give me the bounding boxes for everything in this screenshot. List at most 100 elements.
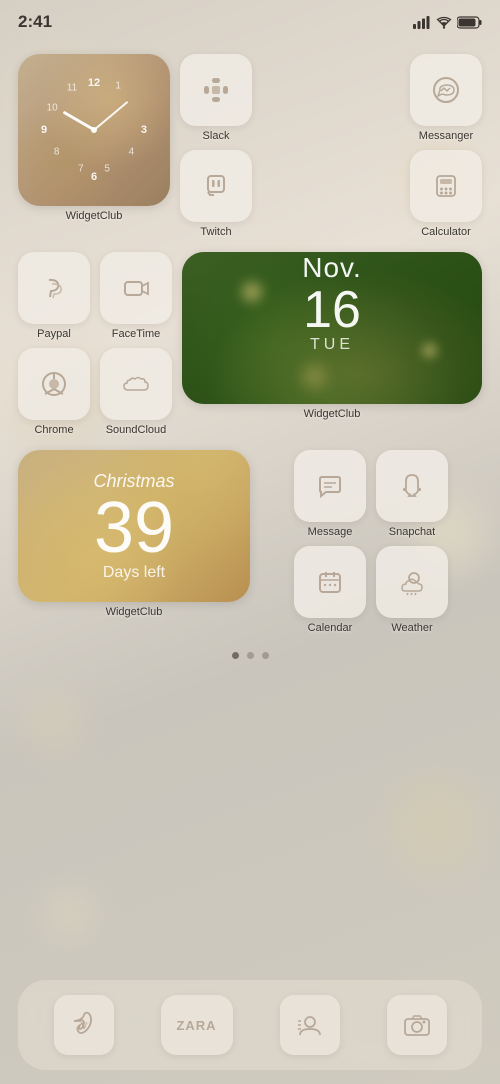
facetime-label: FaceTime bbox=[112, 328, 161, 340]
facetime-icon-bg bbox=[100, 252, 172, 324]
calculator-icon-bg bbox=[410, 150, 482, 222]
calendar-app[interactable]: Calendar bbox=[294, 546, 366, 634]
battery-icon bbox=[457, 16, 482, 29]
message-icon bbox=[312, 468, 348, 504]
slack-icon bbox=[198, 72, 234, 108]
wifi-icon bbox=[436, 16, 452, 29]
date-widget[interactable]: Nov. 16 TUE bbox=[182, 252, 482, 404]
home-screen: 2:41 bbox=[0, 0, 500, 1084]
weather-label: Weather bbox=[391, 622, 432, 634]
weather-icon bbox=[394, 564, 430, 600]
zara-text: ZARA bbox=[176, 1018, 216, 1033]
date-widget-label: WidgetClub bbox=[304, 408, 361, 420]
home-content: 12 3 6 9 1 4 5 7 8 10 11 bbox=[0, 44, 500, 994]
weather-app[interactable]: Weather bbox=[376, 546, 448, 634]
row3-right-top: Message Snapchat bbox=[294, 450, 448, 538]
date-weekday: TUE bbox=[182, 336, 482, 354]
vimeo-icon: v bbox=[68, 1009, 100, 1041]
row1-right: Slack Messanger bbox=[180, 54, 482, 238]
clock-widget-label: WidgetClub bbox=[66, 210, 123, 222]
chrome-app[interactable]: Chrome bbox=[18, 348, 90, 436]
contacts-dock-app[interactable] bbox=[280, 995, 340, 1055]
message-icon-bg bbox=[294, 450, 366, 522]
facetime-app[interactable]: FaceTime bbox=[100, 252, 172, 340]
dot-3 bbox=[262, 652, 269, 659]
twitch-icon-bg bbox=[180, 150, 252, 222]
message-label: Message bbox=[308, 526, 353, 538]
row2-left: Paypal FaceTime bbox=[18, 252, 172, 436]
contacts-dock-icon-bg bbox=[280, 995, 340, 1055]
page-dots bbox=[18, 648, 482, 663]
calendar-label: Calendar bbox=[308, 622, 353, 634]
row-3: Christmas 39 Days left WidgetClub bbox=[18, 450, 482, 634]
calculator-icon bbox=[428, 168, 464, 204]
chrome-label: Chrome bbox=[34, 424, 73, 436]
row-1: 12 3 6 9 1 4 5 7 8 10 11 bbox=[18, 54, 482, 238]
calendar-icon-bg bbox=[294, 546, 366, 618]
messenger-app[interactable]: Messanger bbox=[410, 54, 482, 142]
row3-right-bottom: Calendar Weather bbox=[294, 546, 448, 634]
slack-icon-bg bbox=[180, 54, 252, 126]
calculator-label: Calculator bbox=[421, 226, 471, 238]
date-day-num: 16 bbox=[182, 284, 482, 336]
xmas-widget-container: Christmas 39 Days left WidgetClub bbox=[18, 450, 250, 618]
messenger-label: Messanger bbox=[419, 130, 473, 142]
zara-dock-app[interactable]: ZARA bbox=[161, 995, 233, 1055]
svg-text:v: v bbox=[80, 1018, 87, 1033]
row-2: Paypal FaceTime bbox=[18, 252, 482, 436]
vimeo-dock-app[interactable]: v bbox=[54, 995, 114, 1055]
soundcloud-app[interactable]: SoundCloud bbox=[100, 348, 172, 436]
snapchat-icon bbox=[394, 468, 430, 504]
row1-right-top: Slack Messanger bbox=[180, 54, 482, 142]
calendar-icon bbox=[312, 564, 348, 600]
signal-icon bbox=[413, 16, 431, 29]
twitch-label: Twitch bbox=[200, 226, 231, 238]
status-time: 2:41 bbox=[18, 12, 52, 32]
camera-icon bbox=[401, 1009, 433, 1041]
facetime-icon bbox=[118, 270, 154, 306]
xmas-number: 39 bbox=[93, 492, 174, 564]
dot-2 bbox=[247, 652, 254, 659]
zara-dock-icon-bg: ZARA bbox=[161, 995, 233, 1055]
paypal-app[interactable]: Paypal bbox=[18, 252, 90, 340]
slack-app[interactable]: Slack bbox=[180, 54, 252, 142]
snapchat-app[interactable]: Snapchat bbox=[376, 450, 448, 538]
date-text: Nov. 16 TUE bbox=[182, 252, 482, 354]
snapchat-label: Snapchat bbox=[389, 526, 435, 538]
paypal-label: Paypal bbox=[37, 328, 71, 340]
soundcloud-label: SoundCloud bbox=[106, 424, 167, 436]
camera-dock-icon-bg bbox=[387, 995, 447, 1055]
soundcloud-icon-bg bbox=[100, 348, 172, 420]
clock-widget-container: 12 3 6 9 1 4 5 7 8 10 11 bbox=[18, 54, 170, 222]
date-widget-container: Nov. 16 TUE WidgetClub bbox=[182, 252, 482, 420]
status-icons bbox=[413, 16, 482, 29]
dock: v ZARA bbox=[18, 980, 482, 1070]
status-bar: 2:41 bbox=[0, 0, 500, 44]
date-month: Nov. bbox=[182, 252, 482, 284]
messenger-icon-bg bbox=[410, 54, 482, 126]
vimeo-dock-icon-bg: v bbox=[54, 995, 114, 1055]
chrome-icon bbox=[36, 366, 72, 402]
xmas-widget[interactable]: Christmas 39 Days left bbox=[18, 450, 250, 602]
message-app[interactable]: Message bbox=[294, 450, 366, 538]
row3-right: Message Snapchat bbox=[260, 450, 482, 634]
row2-left-bottom: Chrome SoundCloud bbox=[18, 348, 172, 436]
weather-icon-bg bbox=[376, 546, 448, 618]
calculator-app[interactable]: Calculator bbox=[410, 150, 482, 238]
row1-right-bottom: Twitch bbox=[180, 150, 482, 238]
twitch-icon bbox=[198, 168, 234, 204]
clock-widget[interactable]: 12 3 6 9 1 4 5 7 8 10 11 bbox=[18, 54, 170, 206]
xmas-widget-label: WidgetClub bbox=[106, 606, 163, 618]
chrome-icon-bg bbox=[18, 348, 90, 420]
slack-label: Slack bbox=[203, 130, 230, 142]
paypal-icon-bg bbox=[18, 252, 90, 324]
row2-left-top: Paypal FaceTime bbox=[18, 252, 172, 340]
dot-1 bbox=[232, 652, 239, 659]
paypal-icon bbox=[36, 270, 72, 306]
snapchat-icon-bg bbox=[376, 450, 448, 522]
messenger-icon bbox=[428, 72, 464, 108]
twitch-app[interactable]: Twitch bbox=[180, 150, 252, 238]
xmas-subtitle: Days left bbox=[93, 564, 174, 582]
camera-dock-app[interactable] bbox=[387, 995, 447, 1055]
soundcloud-icon bbox=[118, 366, 154, 402]
